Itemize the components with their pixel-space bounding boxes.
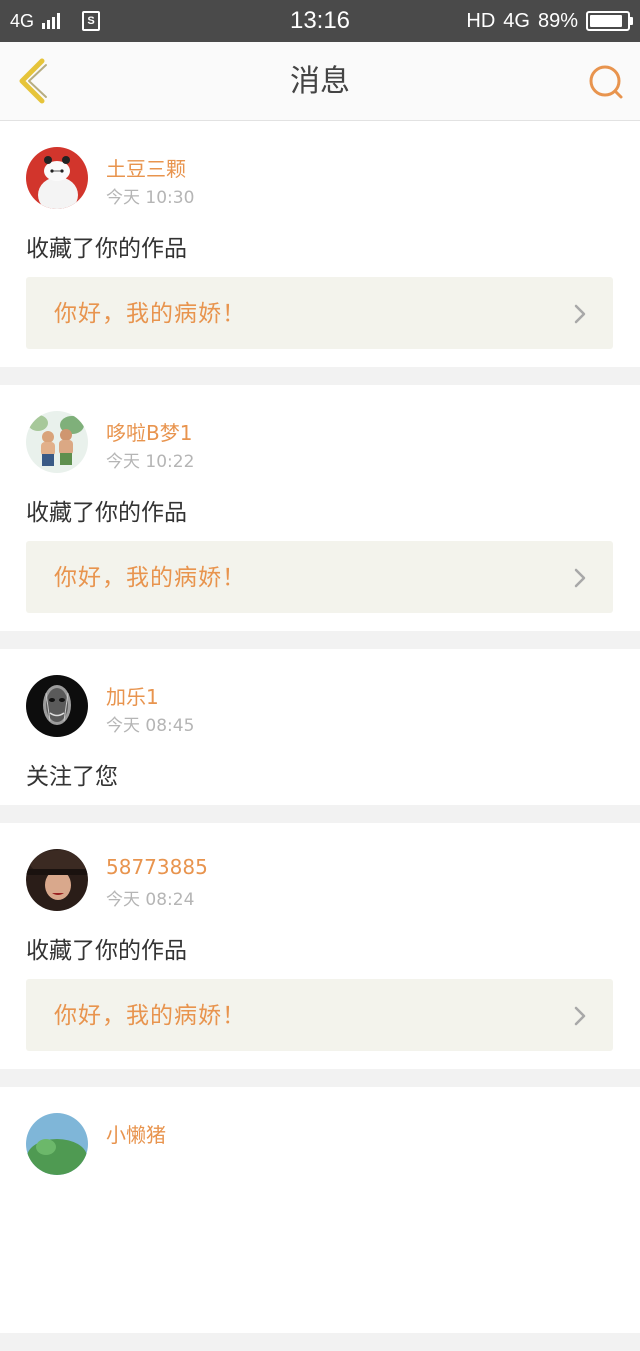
battery-icon <box>586 11 633 31</box>
action-text: 收藏了你的作品 <box>26 236 187 262</box>
notification-item: 58773885 今天 08:24 收藏了你的作品 你好，我的病娇！ <box>0 823 640 1069</box>
chevron-right-icon <box>574 1006 586 1026</box>
search-icon <box>589 65 623 99</box>
timestamp: 今天 10:22 <box>106 452 195 472</box>
work-preview-link[interactable]: 你好，我的病娇！ <box>26 541 613 613</box>
timestamp: 今天 08:45 <box>106 716 195 736</box>
user-name[interactable]: 58773885 <box>106 855 208 879</box>
battery-percent: 89% <box>537 9 578 32</box>
action-text: 关注了您 <box>26 764 118 790</box>
page-title: 消息 <box>290 64 350 99</box>
timestamp: 今天 08:24 <box>106 890 195 910</box>
avatar[interactable] <box>26 411 88 473</box>
chevron-right-icon <box>574 304 586 324</box>
avatar[interactable] <box>26 147 88 209</box>
nav-bar: 消息 <box>0 42 640 121</box>
work-preview-link[interactable]: 你好，我的病娇！ <box>26 979 613 1051</box>
hd-indicator: HD <box>466 9 496 32</box>
avatar[interactable] <box>26 1113 88 1175</box>
notification-item: 小懒猪 <box>0 1087 640 1333</box>
chevron-right-icon <box>574 568 586 588</box>
notification-item: 加乐1 今天 08:45 关注了您 <box>0 649 640 805</box>
notification-list: 土豆三颗 今天 10:30 收藏了你的作品 你好，我的病娇！ 哆啦B梦1 今天 … <box>0 121 640 1351</box>
action-text: 收藏了你的作品 <box>26 500 187 526</box>
action-text: 收藏了你的作品 <box>26 938 187 964</box>
search-button[interactable] <box>586 62 626 102</box>
status-bar: 4G S 13:16 HD 4G 89% <box>0 0 640 42</box>
notification-item: 哆啦B梦1 今天 10:22 收藏了你的作品 你好，我的病娇！ <box>0 385 640 631</box>
user-name[interactable]: 土豆三颗 <box>106 153 186 182</box>
avatar[interactable] <box>26 849 88 911</box>
work-title: 你好，我的病娇！ <box>54 565 246 591</box>
user-name[interactable]: 哆啦B梦1 <box>106 417 192 446</box>
user-name[interactable]: 加乐1 <box>106 681 159 710</box>
status-right: HD 4G 89% <box>466 0 633 42</box>
work-title: 你好，我的病娇！ <box>54 1003 246 1029</box>
network-type-right: 4G <box>503 9 530 32</box>
notification-item: 土豆三颗 今天 10:30 收藏了你的作品 你好，我的病娇！ <box>0 121 640 367</box>
avatar[interactable] <box>26 675 88 737</box>
work-preview-link[interactable]: 你好，我的病娇！ <box>26 277 613 349</box>
user-name[interactable]: 小懒猪 <box>106 1119 166 1148</box>
timestamp: 今天 10:30 <box>106 188 195 208</box>
work-title: 你好，我的病娇！ <box>54 301 246 327</box>
